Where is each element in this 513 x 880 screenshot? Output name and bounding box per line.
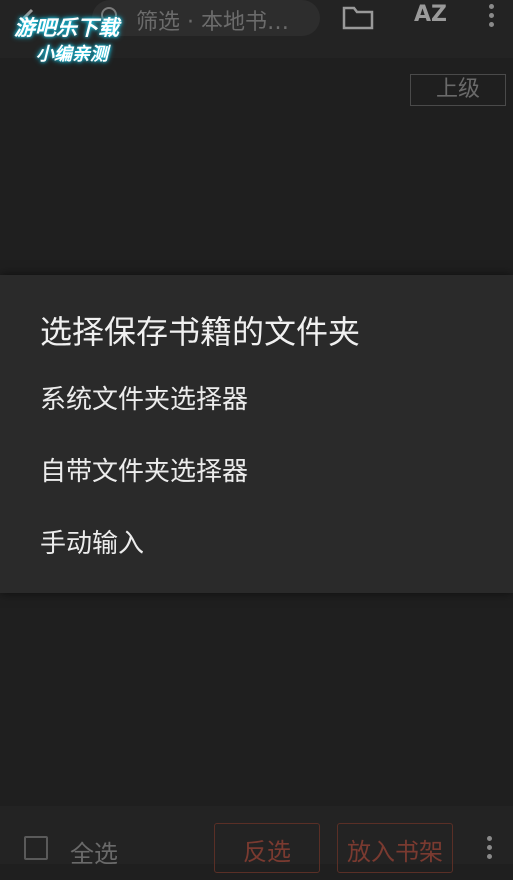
more-vertical-icon[interactable] [484,836,496,864]
invert-selection-button[interactable]: 反选 [214,823,320,873]
watermark-logo: 游吧乐下载 小编亲测 [4,6,148,66]
add-to-shelf-button[interactable]: 放入书架 [337,823,453,873]
select-all-checkbox[interactable] [24,836,48,860]
more-vertical-icon[interactable] [486,4,498,30]
watermark-line2: 小编亲测 [36,44,108,65]
folder-chooser-dialog: 选择保存书籍的文件夹 系统文件夹选择器 自带文件夹选择器 手动输入 [0,275,513,593]
watermark-line1: 游吧乐下载 [14,16,119,40]
sort-button[interactable]: AZ [414,2,447,27]
dialog-title: 选择保存书籍的文件夹 [40,313,361,351]
option-manual-input[interactable]: 手动输入 [40,523,144,560]
search-placeholder: 筛选 · 本地书… [136,10,289,35]
parent-folder-button[interactable]: 上级 [410,74,506,106]
option-system-picker[interactable]: 系统文件夹选择器 [40,379,248,416]
option-builtin-picker[interactable]: 自带文件夹选择器 [40,451,248,488]
bottom-bar: 全选 反选 放入书架 [0,806,513,873]
folder-icon[interactable] [342,4,374,30]
